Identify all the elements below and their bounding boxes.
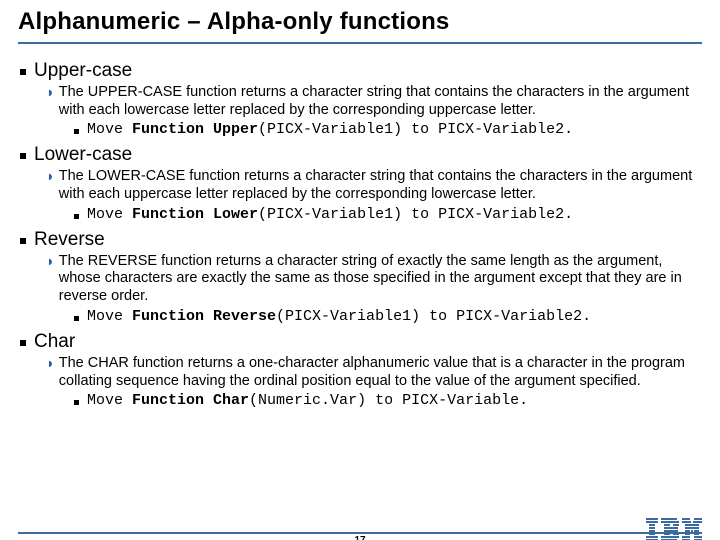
arrow-bullet-icon: ◗	[46, 356, 55, 374]
code-text: Move Function Lower(PICX-Variable1) to P…	[87, 206, 573, 223]
section-heading-text: Reverse	[34, 229, 105, 251]
section-description-text: The LOWER-CASE function returns a charac…	[59, 168, 702, 203]
section-heading-text: Lower-case	[34, 144, 132, 166]
section-code: Move Function Upper(PICX-Variable1) to P…	[74, 121, 702, 138]
square-bullet-icon	[20, 69, 26, 75]
code-text: Move Function Reverse(PICX-Variable1) to…	[87, 308, 591, 325]
code-fn: Function Lower	[132, 206, 258, 223]
ibm-logo-icon	[646, 518, 702, 540]
footer: 17	[18, 532, 702, 534]
code-suffix: (Numeric.Var) to PICX-Variable.	[249, 392, 528, 409]
square-bullet-icon	[74, 214, 79, 219]
arrow-bullet-icon: ◗	[46, 254, 55, 272]
square-bullet-icon	[20, 340, 26, 346]
arrow-bullet-icon: ◗	[46, 85, 55, 103]
square-bullet-icon	[74, 316, 79, 321]
square-bullet-icon	[20, 238, 26, 244]
code-fn: Function Char	[132, 392, 249, 409]
section-heading: Char	[20, 331, 702, 353]
code-fn: Function Upper	[132, 121, 258, 138]
section-code: Move Function Reverse(PICX-Variable1) to…	[74, 308, 702, 325]
section-description: ◗ The REVERSE function returns a charact…	[46, 253, 702, 306]
section-heading: Upper-case	[20, 60, 702, 82]
section-description-text: The REVERSE function returns a character…	[59, 253, 702, 306]
square-bullet-icon	[20, 153, 26, 159]
section-code: Move Function Char(Numeric.Var) to PICX-…	[74, 392, 702, 409]
section-description-text: The UPPER-CASE function returns a charac…	[59, 84, 702, 119]
section-description: ◗ The LOWER-CASE function returns a char…	[46, 168, 702, 203]
square-bullet-icon	[74, 400, 79, 405]
section-heading: Reverse	[20, 229, 702, 251]
code-prefix: Move	[87, 308, 132, 325]
code-prefix: Move	[87, 121, 132, 138]
code-suffix: (PICX-Variable1) to PICX-Variable2.	[258, 206, 573, 223]
section-description-text: The CHAR function returns a one-characte…	[59, 355, 702, 390]
footer-divider	[18, 532, 702, 534]
code-text: Move Function Char(Numeric.Var) to PICX-…	[87, 392, 528, 409]
section-code: Move Function Lower(PICX-Variable1) to P…	[74, 206, 702, 223]
page-number: 17	[354, 535, 365, 540]
code-suffix: (PICX-Variable1) to PICX-Variable2.	[258, 121, 573, 138]
code-text: Move Function Upper(PICX-Variable1) to P…	[87, 121, 573, 138]
arrow-bullet-icon: ◗	[46, 169, 55, 187]
square-bullet-icon	[74, 129, 79, 134]
code-prefix: Move	[87, 206, 132, 223]
section-heading: Lower-case	[20, 144, 702, 166]
code-prefix: Move	[87, 392, 132, 409]
section-description: ◗ The CHAR function returns a one-charac…	[46, 355, 702, 390]
section-description: ◗ The UPPER-CASE function returns a char…	[46, 84, 702, 119]
code-suffix: (PICX-Variable1) to PICX-Variable2.	[276, 308, 591, 325]
slide-title: Alphanumeric – Alpha-only functions	[18, 8, 702, 40]
section-heading-text: Upper-case	[34, 60, 132, 82]
section-heading-text: Char	[34, 331, 75, 353]
code-fn: Function Reverse	[132, 308, 276, 325]
slide-content: Upper-case ◗ The UPPER-CASE function ret…	[18, 44, 702, 409]
slide: Alphanumeric – Alpha-only functions Uppe…	[0, 0, 720, 540]
